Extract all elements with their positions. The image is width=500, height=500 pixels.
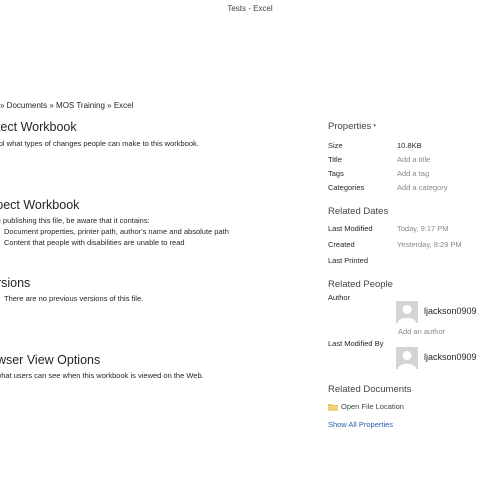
list-item: Content that people with disabilities ar… xyxy=(0,237,300,248)
last-modified-label: Last Modified xyxy=(328,224,373,233)
related-documents-heading: Related Documents xyxy=(328,384,412,395)
protect-workbook-section[interactable]: otect Workbook ntrol what types of chang… xyxy=(0,120,300,149)
person-avatar-icon xyxy=(396,347,418,369)
browser-view-options-section[interactable]: owser View Options k what users can see … xyxy=(0,353,300,381)
versions-heading: ersions xyxy=(0,276,31,290)
add-author-link[interactable]: Add an author xyxy=(328,326,500,337)
title-label: Title xyxy=(328,155,342,164)
versions-section[interactable]: ersions There are no previous versions o… xyxy=(0,276,300,304)
last-modified-by-person[interactable]: ljackson0909 xyxy=(328,347,500,371)
inspect-workbook-section[interactable]: spect Workbook ore publishing this file,… xyxy=(0,198,300,248)
last-modified-by-name[interactable]: ljackson0909 xyxy=(424,352,477,362)
date-last-printed: Last Printed xyxy=(328,254,500,270)
protect-workbook-heading: otect Workbook xyxy=(0,120,77,134)
title-bar: Tests - Excel xyxy=(0,0,500,20)
property-tags: Tags Add a tag xyxy=(328,167,500,181)
created-value: Yesterday, 8:29 PM xyxy=(397,240,462,249)
size-value: 10.8KB xyxy=(397,141,422,150)
categories-label: Categories xyxy=(328,183,365,192)
tags-label: Tags xyxy=(328,169,344,178)
show-all-properties-link[interactable]: Show All Properties xyxy=(328,419,500,430)
properties-panel: Properties ▾ Size 10.8KB Title Add a titl… xyxy=(328,120,500,430)
protect-workbook-description: ntrol what types of changes people can m… xyxy=(0,139,199,148)
inspect-workbook-heading: spect Workbook xyxy=(0,198,80,212)
list-item: Document properties, printer path, autho… xyxy=(0,226,300,237)
properties-heading[interactable]: Properties ▾ xyxy=(328,120,500,133)
person-avatar-icon xyxy=(396,301,418,323)
date-last-modified: Last Modified Today, 9:17 PM xyxy=(328,222,500,238)
property-title: Title Add a title xyxy=(328,153,500,167)
browser-view-options-heading: owser View Options xyxy=(0,353,101,367)
related-people-heading: Related People xyxy=(328,279,393,290)
window-title: Tests - Excel xyxy=(227,4,273,13)
date-created: Created Yesterday, 8:29 PM xyxy=(328,238,500,254)
versions-text: There are no previous versions of this f… xyxy=(4,294,144,303)
breadcrumb: » Documents » MOS Training » Excel xyxy=(0,101,134,110)
inspect-workbook-description: ore publishing this file, be aware that … xyxy=(0,216,150,225)
related-dates-heading: Related Dates xyxy=(328,206,389,217)
last-modified-value: Today, 9:17 PM xyxy=(397,224,449,233)
property-size: Size 10.8KB xyxy=(328,139,500,153)
title-field[interactable]: Add a title xyxy=(397,153,430,167)
author-person[interactable]: ljackson0909 xyxy=(328,301,500,325)
last-printed-label: Last Printed xyxy=(328,256,369,265)
open-file-location-label: Open File Location xyxy=(341,402,404,411)
author-name[interactable]: ljackson0909 xyxy=(424,306,477,316)
chevron-down-icon[interactable]: ▾ xyxy=(373,123,376,129)
inspect-items-list: Document properties, printer path, autho… xyxy=(0,226,300,248)
categories-field[interactable]: Add a category xyxy=(397,181,447,195)
open-file-location-link[interactable]: Open File Location xyxy=(328,401,500,413)
tags-field[interactable]: Add a tag xyxy=(397,167,429,181)
property-categories: Categories Add a category xyxy=(328,181,500,195)
created-label: Created xyxy=(328,240,355,249)
size-label: Size xyxy=(328,141,343,150)
folder-icon xyxy=(328,404,338,411)
browser-view-options-description: k what users can see when this workbook … xyxy=(0,371,204,380)
properties-heading-label: Properties xyxy=(328,121,372,132)
